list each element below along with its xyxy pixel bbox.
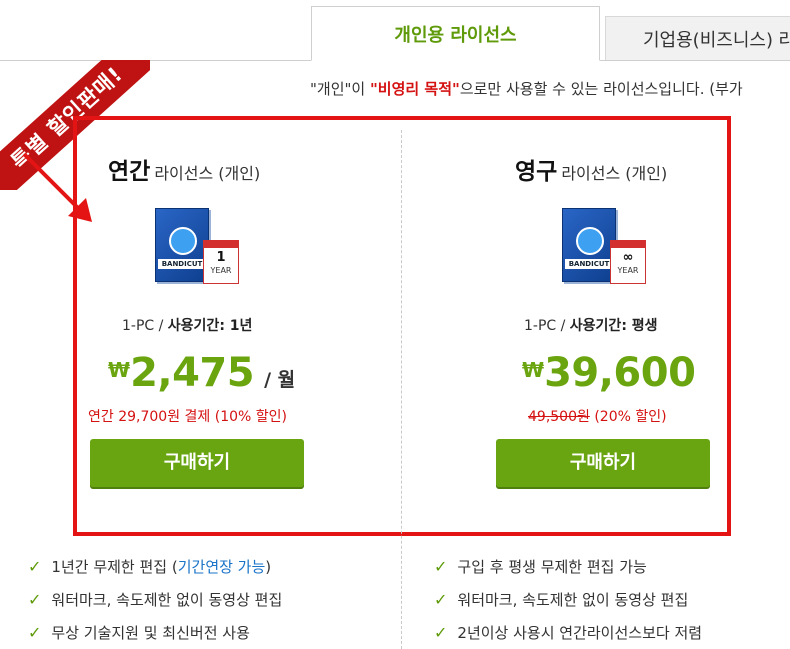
check-icon: ✓ [434, 623, 448, 642]
product-box: BANDICUT [562, 208, 616, 282]
plan-annual-spec: 1-PC / 사용기간: 1년 [122, 315, 252, 335]
plan-perpetual-title-sub: 라이선스 (개인) [561, 164, 668, 183]
notice-highlight: "비영리 목적" [369, 80, 460, 98]
tab-personal-license[interactable]: 개인용 라이선스 [311, 6, 600, 61]
buy-perpetual-button[interactable]: 구매하기 [496, 439, 710, 487]
extend-period-link[interactable]: 기간연장 가능 [178, 556, 266, 577]
plan-perpetual-spec-prefix: 1-PC / [524, 318, 570, 334]
feature-text: 워터마크, 속도제한 없이 동영상 편집 [457, 591, 689, 609]
calendar-icon: ∞ YEAR [610, 240, 646, 284]
plan-annual-title: 연간 라이선스 (개인) [108, 152, 260, 186]
currency-symbol: ₩ [522, 358, 545, 382]
plan-perpetual-title: 영구 라이선스 (개인) [515, 152, 667, 186]
tab-business-license[interactable]: 기업용(비즈니스) 라 [605, 16, 790, 60]
plan-divider [401, 130, 402, 649]
notice-text-1: "개인"이 [310, 80, 370, 98]
feature-text: 무상 기술지원 및 최신버전 사용 [51, 624, 250, 642]
list-item: ✓ 워터마크, 속도제한 없이 동영상 편집 [28, 583, 282, 616]
plan-annual-title-sub: 라이선스 (개인) [154, 164, 261, 183]
features-perpetual-list: ✓ 구입 후 평생 무제한 편집 가능 ✓ 워터마크, 속도제한 없이 동영상 … [434, 550, 702, 649]
plan-perpetual-spec-period: 사용기간: 평생 [569, 318, 658, 334]
plan-annual-spec-period: 사용기간: 1년 [167, 318, 253, 334]
license-notice: "개인"이 "비영리 목적"으로만 사용할 수 있는 라이선스입니다. (부가 [310, 78, 743, 99]
plan-perpetual-original-price: 49,500원 [528, 409, 590, 425]
calendar-number: 1 [216, 250, 226, 265]
plan-annual-price-unit: / 월 [264, 369, 296, 391]
feature-text: 2년이상 사용시 연간라이선스보다 저렴 [457, 624, 703, 642]
notice-text-2: 으로만 사용할 수 있는 라이선스입니다. (부가 [459, 80, 743, 98]
feature-text: 구입 후 평생 무제한 편집 가능 [457, 558, 647, 576]
list-item: ✓ 2년이상 사용시 연간라이선스보다 저렴 [434, 616, 702, 649]
plan-annual-price: ₩2,475 / 월 [108, 350, 295, 396]
plan-perpetual-discount: 49,500원 (20% 할인) [528, 406, 667, 426]
feature-text-after: ) [265, 557, 272, 576]
check-icon: ✓ [28, 557, 42, 576]
feature-text: 1년간 무제한 편집 ( [51, 558, 178, 576]
product-box-perpetual-image: BANDICUT ∞ YEAR [562, 208, 652, 288]
list-item: ✓ 워터마크, 속도제한 없이 동영상 편집 [434, 583, 702, 616]
check-icon: ✓ [434, 557, 448, 576]
plan-perpetual-spec: 1-PC / 사용기간: 평생 [524, 315, 658, 335]
features-annual-list: ✓ 1년간 무제한 편집 (기간연장 가능) ✓ 워터마크, 속도제한 없이 동… [28, 550, 282, 649]
product-brand: BANDICUT [158, 259, 206, 269]
plan-perpetual-discount-rate: (20% 할인) [589, 409, 667, 425]
list-item: ✓ 무상 기술지원 및 최신버전 사용 [28, 616, 282, 649]
check-icon: ✓ [434, 590, 448, 609]
calendar-icon: 1 YEAR [203, 240, 239, 284]
plan-annual-price-amount: 2,475 [130, 350, 255, 396]
plan-perpetual-title-main: 영구 [515, 159, 558, 185]
list-item: ✓ 구입 후 평생 무제한 편집 가능 [434, 550, 702, 583]
check-icon: ✓ [28, 623, 42, 642]
film-icon [576, 227, 604, 255]
plan-perpetual-price-amount: 39,600 [544, 350, 696, 396]
check-icon: ✓ [28, 590, 42, 609]
list-item: ✓ 1년간 무제한 편집 (기간연장 가능) [28, 550, 282, 583]
currency-symbol: ₩ [108, 358, 131, 382]
film-icon [169, 227, 197, 255]
buy-annual-button[interactable]: 구매하기 [90, 439, 304, 487]
product-box-annual-image: BANDICUT 1 YEAR [155, 208, 245, 288]
calendar-unit: YEAR [210, 266, 232, 275]
plan-annual-spec-prefix: 1-PC / [122, 318, 168, 334]
plan-annual-title-main: 연간 [108, 159, 151, 185]
product-box: BANDICUT [155, 208, 209, 282]
calendar-number: ∞ [622, 250, 634, 265]
plan-perpetual-price: ₩39,600 [522, 350, 696, 396]
calendar-unit: YEAR [617, 266, 639, 275]
plan-annual-discount: 연간 29,700원 결제 (10% 할인) [88, 409, 287, 425]
product-brand: BANDICUT [565, 259, 613, 269]
license-tab-bar: 개인용 라이선스 기업용(비즈니스) 라 [0, 0, 790, 61]
feature-text: 워터마크, 속도제한 없이 동영상 편집 [51, 591, 283, 609]
